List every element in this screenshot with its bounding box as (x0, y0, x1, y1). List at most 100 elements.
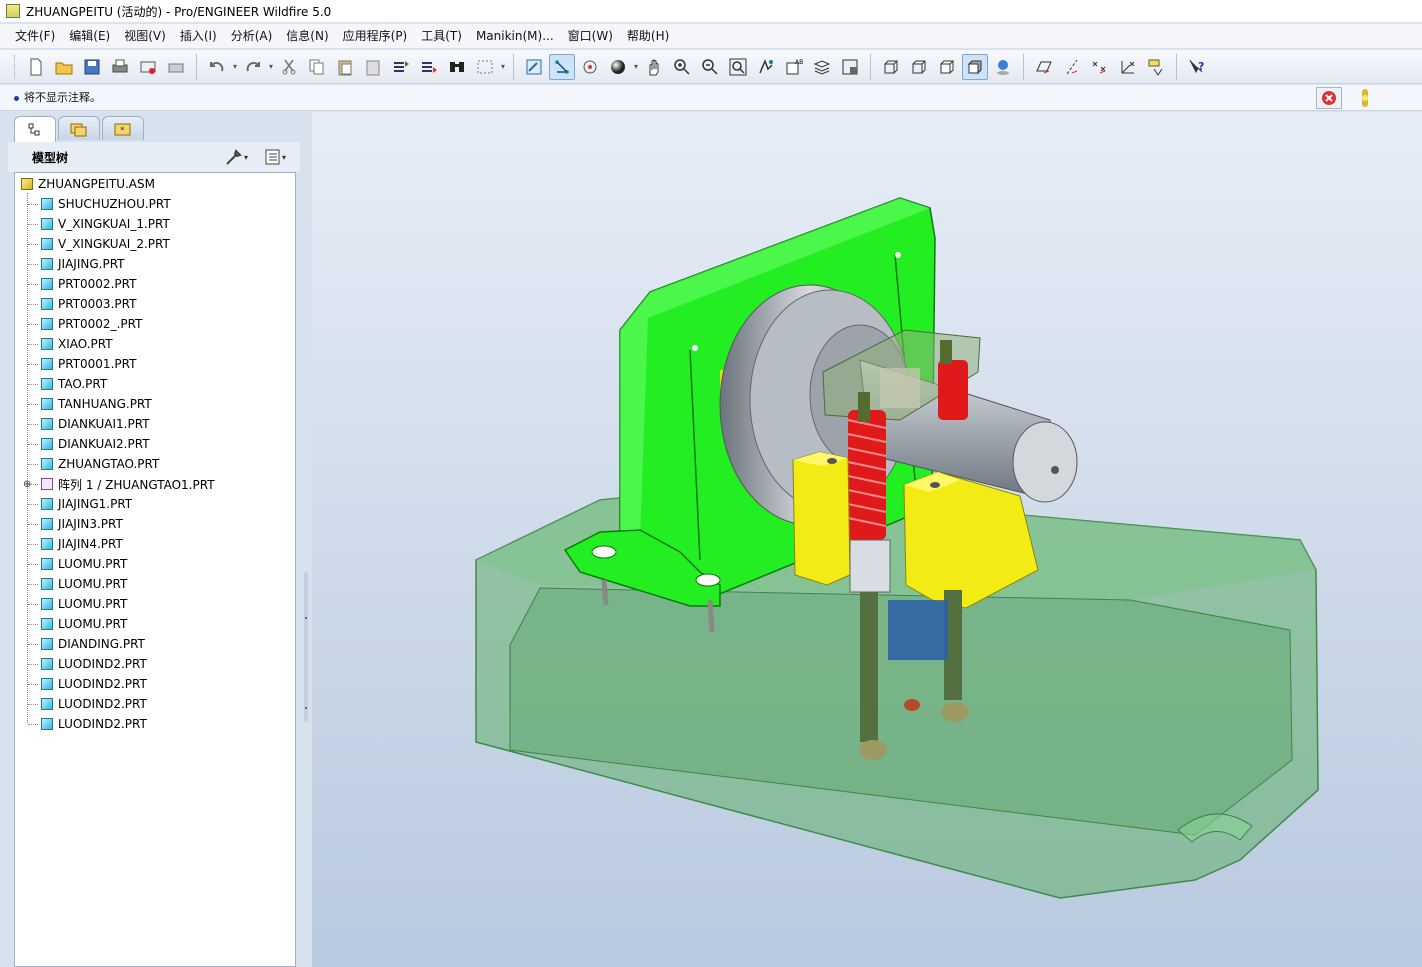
datum-axes-icon[interactable] (1059, 54, 1085, 80)
tree-item[interactable]: LUODIND2.PRT (41, 694, 147, 714)
menu-analysis[interactable]: 分析(A) (224, 25, 280, 47)
menu-tools[interactable]: 工具(T) (414, 25, 469, 47)
shaded-icon[interactable] (962, 53, 988, 80)
tree-item-label: LUOMU.PRT (58, 617, 128, 631)
datum-planes-icon[interactable] (1031, 54, 1057, 80)
orient-mode-icon[interactable] (549, 53, 575, 80)
tree-item[interactable]: LUODIND2.PRT (41, 654, 147, 674)
tree-item[interactable]: XIAO.PRT (41, 334, 113, 354)
menu-help[interactable]: 帮助(H) (620, 25, 676, 47)
menu-manikin[interactable]: Manikin(M)... (469, 25, 561, 47)
tree-item[interactable]: TANHUANG.PRT (41, 394, 152, 414)
saved-views-icon[interactable]: AB (781, 54, 807, 80)
tree-item[interactable]: LUOMU.PRT (41, 614, 127, 634)
tree-connector (28, 264, 38, 265)
tools-icon (226, 149, 242, 165)
select-dropdown-icon[interactable]: ▾ (499, 62, 507, 71)
layers-icon[interactable] (809, 54, 835, 80)
regen-manager-icon[interactable] (416, 54, 442, 80)
tree-item[interactable]: PRT0002.PRT (41, 274, 136, 294)
toolbar-grip[interactable] (14, 54, 18, 79)
tree-item[interactable]: JIAJING1.PRT (41, 494, 132, 514)
tab-folder-browser[interactable] (58, 116, 100, 140)
tree-item[interactable]: LUOMU.PRT (41, 554, 127, 574)
select-box-icon[interactable] (472, 54, 498, 80)
menu-info[interactable]: 信息(N) (279, 25, 335, 47)
enhanced-realism-icon[interactable] (990, 54, 1016, 80)
undo-dropdown-icon[interactable]: ▾ (231, 62, 239, 71)
tree-item[interactable]: DIANKUAI2.PRT (41, 434, 150, 454)
tree-item[interactable]: PRT0003.PRT (41, 294, 136, 314)
annotation-display-icon[interactable] (1143, 54, 1169, 80)
shading-sphere-icon[interactable] (605, 54, 631, 80)
zoom-out-icon[interactable] (697, 54, 723, 80)
part-icon (41, 278, 53, 290)
tree-columns-button[interactable]: ▾ (264, 146, 286, 168)
coord-systems-icon[interactable] (1115, 54, 1141, 80)
zoom-in-icon[interactable] (669, 54, 695, 80)
context-help-icon[interactable]: ? (1184, 54, 1210, 80)
email-icon[interactable] (135, 54, 161, 80)
tree-item[interactable]: V_XINGKUAI_2.PRT (41, 234, 170, 254)
graphics-viewport[interactable] (312, 112, 1422, 967)
tab-model-tree[interactable] (14, 116, 56, 142)
no-hidden-icon[interactable] (934, 54, 960, 80)
undo-icon[interactable] (204, 54, 230, 80)
paste-special-icon[interactable] (360, 54, 386, 80)
save-icon[interactable] (79, 54, 105, 80)
tree-settings-button[interactable]: ▾ (224, 146, 248, 168)
hidden-line-icon[interactable] (906, 54, 932, 80)
find-icon[interactable] (444, 54, 470, 80)
wireframe-icon[interactable] (878, 54, 904, 80)
reorient-icon[interactable] (753, 54, 779, 80)
spring-left (847, 392, 887, 540)
send-icon[interactable] (163, 54, 189, 80)
menu-view[interactable]: 视图(V) (117, 25, 173, 47)
expand-icon[interactable]: ⊕ (23, 474, 31, 494)
paste-icon[interactable] (332, 54, 358, 80)
redo-dropdown-icon[interactable]: ▾ (267, 62, 275, 71)
cut-icon[interactable] (276, 54, 302, 80)
status-light-button[interactable] (1354, 87, 1376, 109)
tree-item[interactable]: DIANKUAI1.PRT (41, 414, 150, 434)
panel-splitter[interactable] (302, 572, 310, 722)
menu-edit[interactable]: 编辑(E) (62, 25, 117, 47)
tree-item[interactable]: LUODIND2.PRT (41, 714, 147, 734)
tree-item[interactable]: JIAJIN3.PRT (41, 514, 123, 534)
copy-icon[interactable] (304, 54, 330, 80)
print-icon[interactable] (107, 54, 133, 80)
tab-favorites[interactable]: * (102, 116, 144, 140)
datum-points-icon[interactable] (1087, 54, 1113, 80)
refit-icon[interactable] (725, 54, 751, 80)
tree-item[interactable]: 阵列 1 / ZHUANGTAO1.PRT (41, 474, 215, 494)
tree-item[interactable]: V_XINGKUAI_1.PRT (41, 214, 170, 234)
menu-window[interactable]: 窗口(W) (561, 25, 620, 47)
tree-connector (28, 644, 38, 645)
tree-item[interactable]: LUOMU.PRT (41, 594, 127, 614)
tree-item[interactable]: JIAJING.PRT (41, 254, 125, 274)
tree-item[interactable]: JIAJIN4.PRT (41, 534, 123, 554)
tree-item[interactable]: PRT0001.PRT (41, 354, 136, 374)
tree-item[interactable]: LUODIND2.PRT (41, 674, 147, 694)
tree-item[interactable]: SHUCHUZHOU.PRT (41, 194, 171, 214)
part-icon (41, 718, 53, 730)
tree-root-item[interactable]: ZHUANGPEITU.ASM (21, 174, 155, 194)
new-file-icon[interactable] (23, 54, 49, 80)
tree-item[interactable]: TAO.PRT (41, 374, 107, 394)
tree-item[interactable]: ZHUANGTAO.PRT (41, 454, 159, 474)
repaint-icon[interactable] (521, 54, 547, 80)
stop-button[interactable] (1316, 87, 1342, 109)
redo-icon[interactable] (240, 54, 266, 80)
regenerate-icon[interactable] (388, 54, 414, 80)
tree-item[interactable]: DIANDING.PRT (41, 634, 145, 654)
menu-applications[interactable]: 应用程序(P) (336, 25, 415, 47)
tree-item[interactable]: LUOMU.PRT (41, 574, 127, 594)
shading-dropdown-icon[interactable]: ▾ (632, 62, 640, 71)
pan-hand-icon[interactable] (641, 54, 667, 80)
tree-item[interactable]: PRT0002_.PRT (41, 314, 142, 334)
menu-insert[interactable]: 插入(I) (173, 25, 224, 47)
spin-center-icon[interactable] (577, 54, 603, 80)
view-manager-icon[interactable] (837, 54, 863, 80)
open-folder-icon[interactable] (51, 54, 77, 80)
menu-file[interactable]: 文件(F) (8, 25, 62, 47)
